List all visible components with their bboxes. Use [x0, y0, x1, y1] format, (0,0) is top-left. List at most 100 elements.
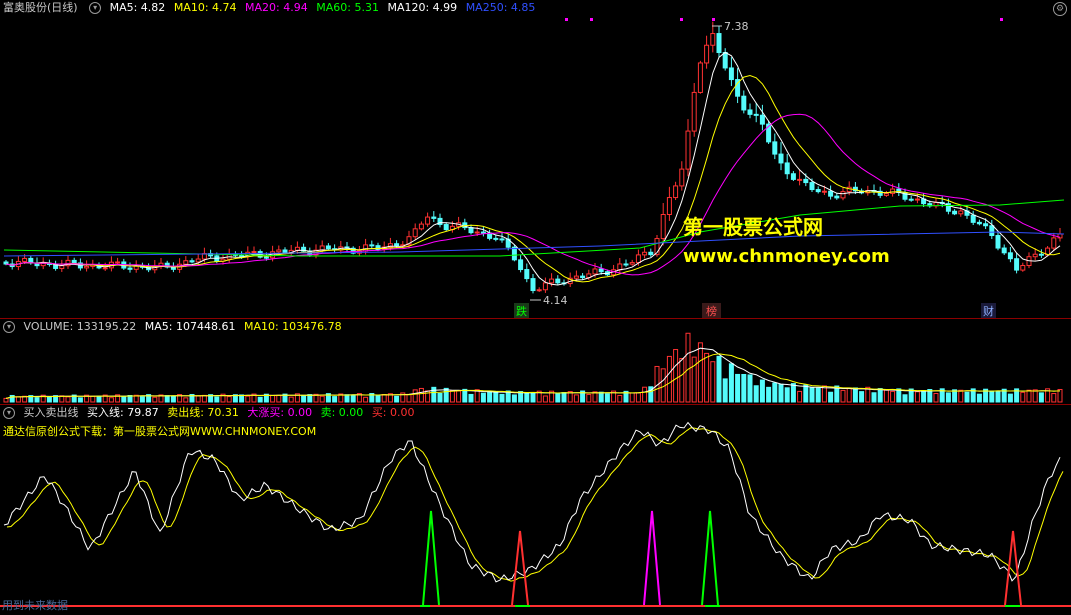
candle-body [474, 231, 480, 234]
ma250-line [3, 231, 1065, 257]
volume-bar [778, 383, 784, 403]
volume-bar [301, 395, 307, 403]
volume-bar [170, 395, 176, 403]
volume-bar [319, 395, 325, 403]
candle-body [394, 243, 400, 247]
signal-dot [680, 18, 683, 21]
candle-body [325, 245, 331, 250]
candle-body [425, 216, 431, 225]
volume-bar [598, 391, 604, 403]
volume-bar [710, 361, 716, 403]
candle-body [493, 237, 499, 240]
volume-bar [642, 386, 648, 403]
candle-body [797, 178, 803, 181]
volume-bar [852, 387, 858, 403]
volume-bar [635, 392, 641, 403]
formula-name: 买入卖出线 [23, 406, 79, 419]
volume-ma10-readout: MA10: 103476.78 [243, 320, 342, 333]
event-tag-drop[interactable]: 跌 [514, 303, 529, 318]
candle-body [195, 258, 201, 263]
volume-bar [511, 394, 517, 403]
volume-bar [456, 390, 462, 403]
candle-body [443, 224, 449, 231]
volume-bar [704, 352, 710, 403]
buy-signal-readout: 买: 0.00 [371, 406, 415, 419]
volume-bar [1007, 393, 1013, 403]
volume-bar [958, 389, 964, 403]
candle-body [282, 249, 288, 253]
candle-body [183, 260, 189, 265]
candle-body [580, 275, 586, 279]
collapse-toggle-icon[interactable]: ▾ [3, 321, 15, 333]
candle-body [276, 249, 282, 253]
candle-body [660, 214, 666, 240]
candle-body [828, 190, 834, 197]
candle-body [642, 251, 648, 256]
big-rise-signal-spike [643, 510, 661, 606]
candle-body [573, 275, 579, 279]
volume-bar [722, 378, 728, 403]
candle-body [127, 267, 133, 270]
volume-bar [90, 395, 96, 403]
volume-bar [586, 393, 592, 403]
signal-header: ▾ 买入卖出线 买入线: 79.87 卖出线: 70.31 大涨买: 0.00 … [0, 405, 420, 421]
candle-body [617, 263, 623, 271]
collapse-toggle-icon[interactable]: ▾ [89, 2, 102, 14]
volume-bar [480, 392, 486, 403]
candle-body [499, 238, 505, 241]
volume-bar [890, 390, 896, 403]
ma10-line [5, 74, 1061, 283]
volume-bar [573, 394, 579, 403]
volume-bar [555, 392, 561, 403]
event-tag-list[interactable]: 榜 [702, 303, 721, 318]
candle-body [976, 221, 982, 225]
settings-gear-icon[interactable]: ⚙ [1053, 2, 1067, 16]
volume-bar [871, 392, 877, 403]
candle-body [239, 254, 245, 257]
volume-bar [77, 397, 83, 403]
candle-body [84, 265, 90, 269]
volume-bar [1026, 389, 1032, 403]
candle-body [412, 228, 418, 238]
volume-bar [679, 357, 685, 403]
buy-signal-spike [511, 530, 529, 606]
candle-body [1051, 237, 1057, 249]
candle-body [592, 268, 598, 275]
volume-bar [741, 373, 747, 403]
sell-line-readout: 卖出线: 70.31 [167, 406, 239, 419]
kline-chart[interactable] [0, 0, 1071, 318]
pane-divider-1[interactable] [0, 318, 1071, 319]
volume-bar [449, 390, 455, 403]
volume-bar [604, 393, 610, 403]
buy-line [3, 421, 1061, 583]
candle-body [704, 44, 710, 64]
candle-body [1014, 258, 1020, 271]
formula-info-text[interactable]: 通达信原创公式下载：第一股票公式网WWW.CHNMONEY.COM [3, 423, 316, 439]
candle-body [722, 52, 728, 69]
volume-bar [139, 396, 145, 403]
volume-bar [46, 396, 52, 403]
candle-body [1007, 252, 1013, 260]
candle-body [648, 251, 654, 256]
pane-divider-2[interactable] [0, 404, 1071, 405]
collapse-toggle-icon[interactable]: ▾ [3, 407, 15, 419]
candle-body [115, 261, 121, 264]
signal-pane[interactable]: ▾ 买入卖出线 买入线: 79.87 卖出线: 70.31 大涨买: 0.00 … [0, 405, 1071, 615]
volume-bar [418, 387, 424, 403]
volume-bar [797, 390, 803, 403]
volume-bar [772, 382, 778, 403]
event-tag-finance[interactable]: 财 [981, 303, 996, 318]
volume-pane[interactable]: ▾ VOLUME: 133195.22 MA5: 107448.61 MA10:… [0, 319, 1071, 404]
stock-name: 富奥股份(日线) [3, 1, 78, 14]
candle-body [710, 33, 716, 46]
volume-bar [809, 387, 815, 403]
volume-bar [542, 395, 548, 403]
volume-bar [530, 392, 536, 403]
kline-pane[interactable]: 富奥股份(日线) ▾ MA5: 4.82 MA10: 4.74 MA20: 4.… [0, 0, 1071, 318]
volume-bar [108, 397, 114, 403]
candle-body [995, 235, 1001, 249]
candle-body [1038, 253, 1044, 256]
candle-body [524, 269, 530, 280]
volume-bar [288, 396, 294, 403]
candle-body [629, 262, 635, 265]
